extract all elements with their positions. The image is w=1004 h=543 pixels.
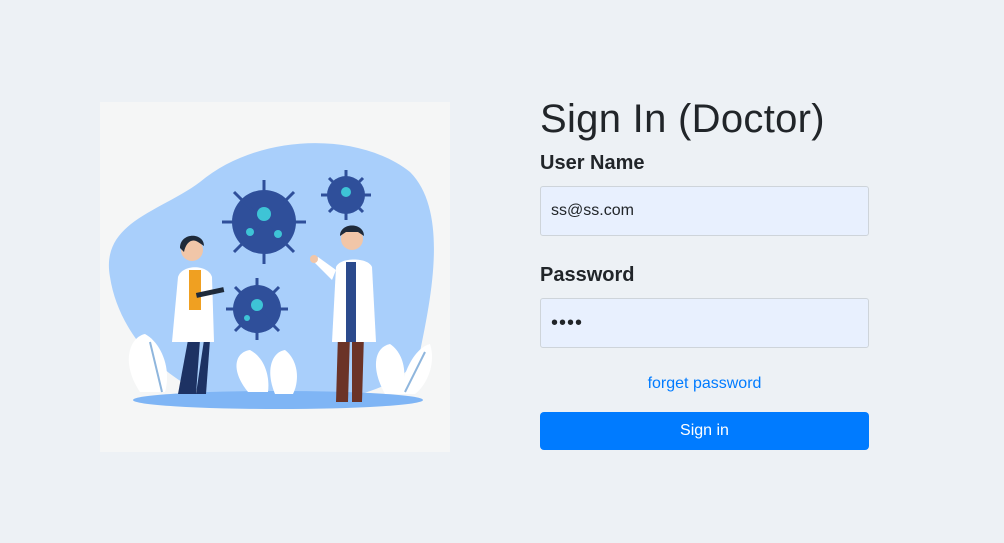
forget-password-link[interactable]: forget password [540,375,869,393]
password-label: Password [540,264,635,286]
signin-form: Sign In (Doctor) User Name Password forg… [540,96,869,450]
page-title: Sign In (Doctor) [540,97,825,141]
username-label: User Name [540,152,645,174]
signin-button[interactable]: Sign in [540,412,869,450]
username-input[interactable] [540,186,869,236]
doctors-virus-illustration [100,102,450,452]
password-input[interactable] [540,298,869,348]
